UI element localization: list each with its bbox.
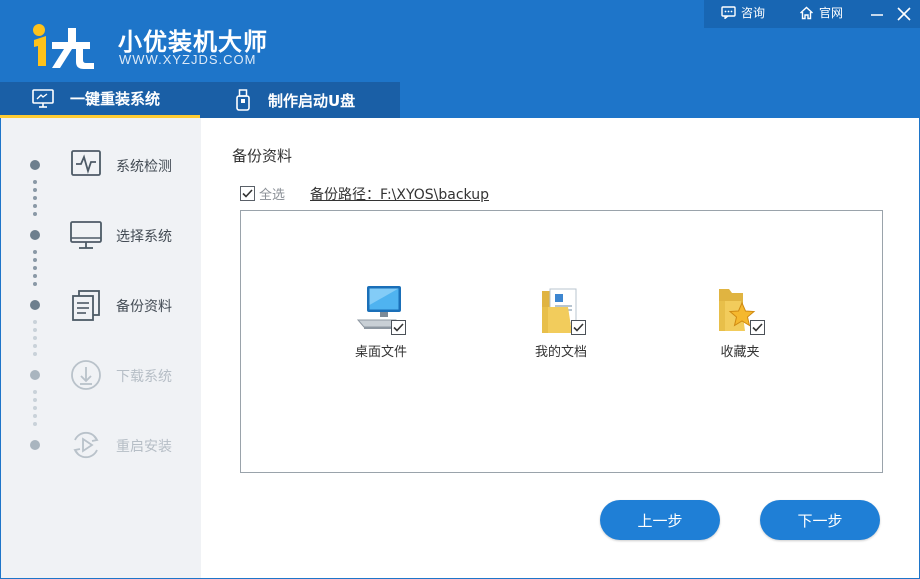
- step-backup-data: 备份资料: [1, 284, 201, 324]
- backup-item-checkbox[interactable]: [391, 320, 406, 335]
- checkbox[interactable]: [240, 186, 255, 201]
- select-all-label: 全选: [259, 184, 285, 203]
- app-url: WWW.XYZJDS.COM: [119, 52, 257, 67]
- chat-icon: [721, 6, 736, 19]
- home-icon: [799, 6, 814, 20]
- backup-item-favorites[interactable]: 收藏夹: [685, 283, 795, 373]
- tab-one-key-reinstall[interactable]: 一键重装系统: [0, 82, 200, 118]
- close-icon: [897, 7, 911, 21]
- step-label: 选择系统: [116, 226, 172, 246]
- restart-icon: [69, 428, 103, 462]
- check-icon: [752, 323, 763, 332]
- step-sidebar: 系统检测 选择系统 备份资料 下载系统: [1, 118, 201, 578]
- check-icon: [393, 323, 404, 332]
- step-dot: [30, 440, 40, 450]
- documents-icon: [69, 288, 103, 322]
- check-icon: [242, 189, 253, 198]
- step-label: 系统检测: [116, 156, 172, 176]
- desktop-computer-icon: [326, 283, 436, 339]
- step-select-system: 选择系统: [1, 214, 201, 254]
- documents-folder-icon: [506, 283, 616, 339]
- monitor-icon: [32, 89, 54, 109]
- usb-drive-icon: [236, 89, 250, 111]
- minimize-icon: [870, 7, 884, 21]
- step-dot: [30, 370, 40, 380]
- website-label: 官网: [819, 4, 843, 21]
- minimize-button[interactable]: [867, 4, 887, 24]
- app-logo-icon: [30, 22, 98, 70]
- check-icon: [573, 323, 584, 332]
- consult-label: 咨询: [741, 4, 765, 21]
- tab-label: 制作启动U盘: [268, 90, 355, 111]
- next-step-button[interactable]: 下一步: [760, 500, 880, 540]
- tab-make-usb[interactable]: 制作启动U盘: [200, 82, 400, 118]
- select-all-checkbox[interactable]: 全选: [240, 184, 285, 203]
- step-label: 下载系统: [116, 366, 172, 386]
- download-icon: [69, 358, 103, 392]
- backup-item-checkbox[interactable]: [750, 320, 765, 335]
- step-restart-install: 重启安装: [1, 424, 201, 464]
- pulse-monitor-icon: [69, 148, 103, 182]
- step-dot: [30, 160, 40, 170]
- backup-item-label: 桌面文件: [326, 341, 436, 360]
- top-actions: 咨询 官网: [704, 0, 920, 28]
- backup-path-link[interactable]: 备份路径：F:\XYOS\backup: [310, 184, 489, 204]
- tab-bar: 一键重装系统 制作启动U盘: [0, 82, 920, 118]
- website-link[interactable]: 官网: [799, 4, 843, 21]
- step-label: 备份资料: [116, 296, 172, 316]
- desktop-icon: [69, 218, 103, 252]
- backup-items-panel: 桌面文件 我的文档 收藏夹: [240, 210, 883, 473]
- backup-item-checkbox[interactable]: [571, 320, 586, 335]
- page-title: 备份资料: [232, 145, 292, 166]
- step-system-check: 系统检测: [1, 144, 201, 184]
- favorites-folder-icon: [685, 283, 795, 339]
- step-dot: [30, 300, 40, 310]
- backup-item-documents[interactable]: 我的文档: [506, 283, 616, 373]
- backup-item-label: 我的文档: [506, 341, 616, 360]
- step-label: 重启安装: [116, 436, 172, 456]
- step-download-system: 下载系统: [1, 354, 201, 394]
- title-bar: 小优装机大师 WWW.XYZJDS.COM 咨询 官网: [0, 0, 920, 82]
- close-button[interactable]: [894, 4, 914, 24]
- consult-link[interactable]: 咨询: [721, 4, 765, 21]
- prev-step-button[interactable]: 上一步: [600, 500, 720, 540]
- tab-label: 一键重装系统: [70, 88, 160, 109]
- backup-item-label: 收藏夹: [685, 341, 795, 360]
- backup-item-desktop[interactable]: 桌面文件: [326, 283, 436, 373]
- step-dot: [30, 230, 40, 240]
